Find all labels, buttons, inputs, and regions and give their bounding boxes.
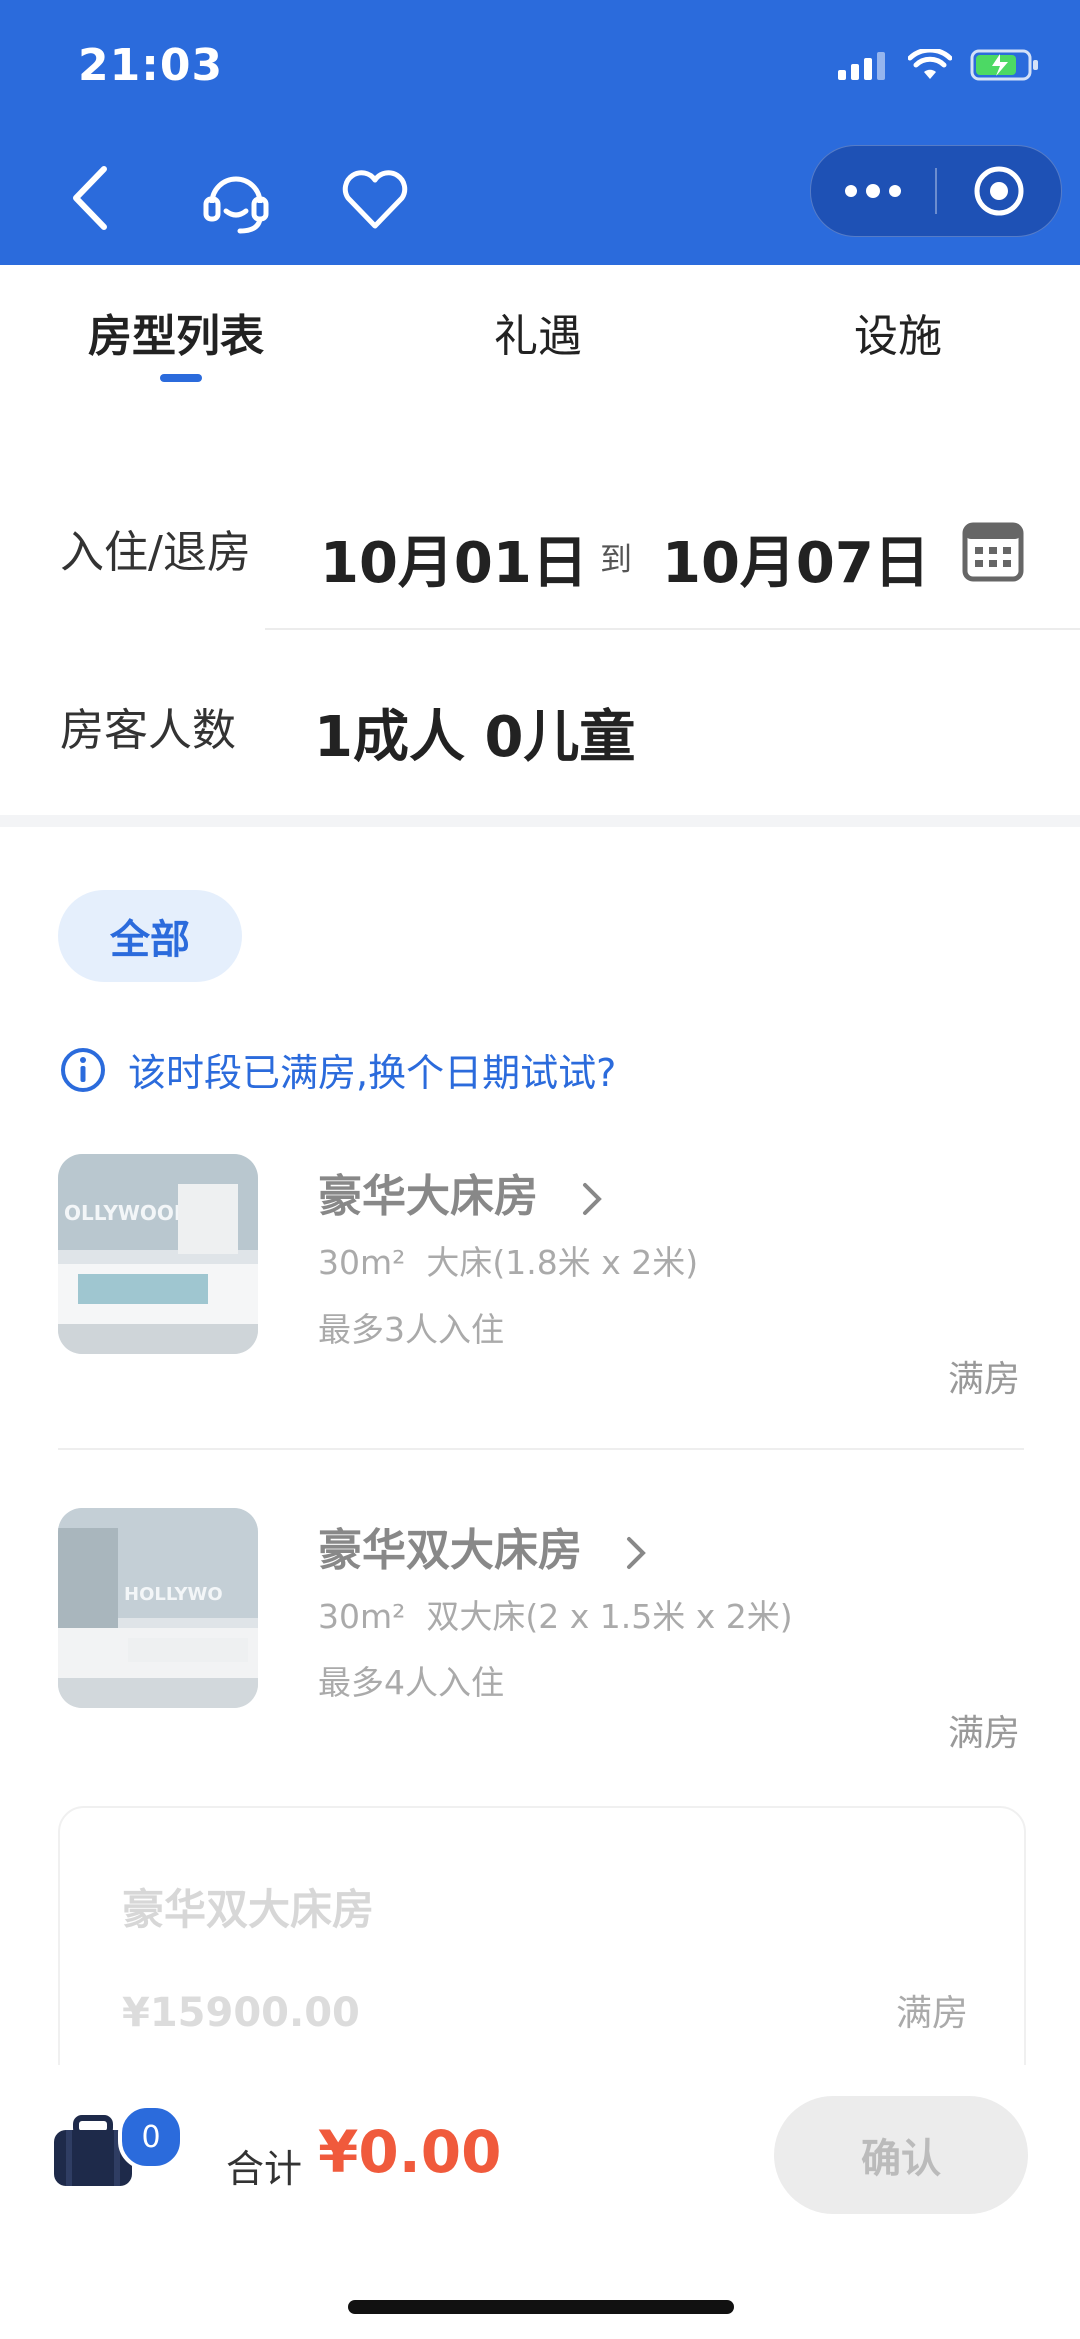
date-separator: 到 <box>600 540 633 578</box>
stay-label: 入住/退房 <box>60 527 251 578</box>
checkout-date[interactable]: 10月07日 <box>662 518 930 599</box>
signal-icon <box>838 52 885 80</box>
room-photo-text: HOLLYWO <box>124 1584 223 1605</box>
room-spec: 30m² 双大床(2 x 1.5米 x 2米) <box>318 1597 793 1636</box>
room-photo: HOLLYWO <box>58 1508 258 1708</box>
chevron-right-icon <box>583 1183 603 1215</box>
room-status: 满房 <box>947 1713 1020 1754</box>
battery-icon <box>970 49 1038 81</box>
room-photo: OLLYWOOD <box>58 1154 258 1354</box>
favorite-heart-icon[interactable] <box>340 168 410 232</box>
room-name[interactable]: 豪华大床房 <box>318 1160 607 1224</box>
back-icon[interactable] <box>70 165 110 231</box>
total-amount: ¥0.00 <box>318 2118 502 2186</box>
home-indicator <box>348 2300 734 2314</box>
status-icons <box>838 48 1040 82</box>
checkin-date[interactable]: 10月01日 <box>320 518 588 599</box>
cart-count-badge: 0 <box>118 2104 184 2170</box>
sold-out-notice: 该时段已满房,换个日期试试? <box>60 1042 616 1097</box>
rate-plan-status: 满房 <box>895 1993 968 2034</box>
room-photo-text: OLLYWOOD <box>64 1201 191 1225</box>
customer-service-icon[interactable] <box>200 165 272 237</box>
rate-plan-name: 豪华双大床房 <box>122 1885 375 1934</box>
status-time: 21:03 <box>78 40 224 91</box>
total-label: 合计 <box>226 2147 303 2191</box>
close-target-icon <box>974 166 1024 216</box>
calendar-icon[interactable] <box>962 520 1024 582</box>
chevron-right-icon <box>627 1537 647 1569</box>
guests-label: 房客人数 <box>60 705 236 756</box>
rate-plan-price: ¥15900.00 <box>122 1990 360 2036</box>
divider <box>58 1448 1024 1450</box>
more-button[interactable] <box>811 184 935 198</box>
room-name[interactable]: 豪华双大床房 <box>318 1514 651 1578</box>
notice-text: 该时段已满房,换个日期试试? <box>128 1051 617 1095</box>
more-dots-icon <box>845 184 901 198</box>
room-status: 满房 <box>947 1359 1020 1400</box>
tab-active-indicator <box>160 374 202 382</box>
filter-all-chip[interactable]: 全部 <box>58 890 242 982</box>
close-button[interactable] <box>937 165 1061 217</box>
guests-value[interactable]: 1成人 0儿童 <box>314 692 635 773</box>
confirm-button[interactable]: 确认 <box>774 2096 1028 2214</box>
wifi-icon <box>908 49 952 79</box>
room-image[interactable]: HOLLYWO <box>58 1508 258 1708</box>
room-capacity: 最多4人入住 <box>318 1663 504 1702</box>
info-icon <box>61 1047 105 1092</box>
room-image[interactable]: OLLYWOOD <box>58 1154 258 1354</box>
tab-perks[interactable]: 礼遇 <box>494 300 582 364</box>
room-capacity: 最多3人入住 <box>318 1310 504 1349</box>
mini-program-capsule <box>810 145 1062 237</box>
divider <box>265 628 1080 630</box>
section-divider <box>0 815 1080 827</box>
room-spec: 30m² 大床(1.8米 x 2米) <box>318 1243 699 1282</box>
tab-room-list[interactable]: 房型列表 <box>88 300 264 364</box>
tab-facilities[interactable]: 设施 <box>854 300 942 364</box>
